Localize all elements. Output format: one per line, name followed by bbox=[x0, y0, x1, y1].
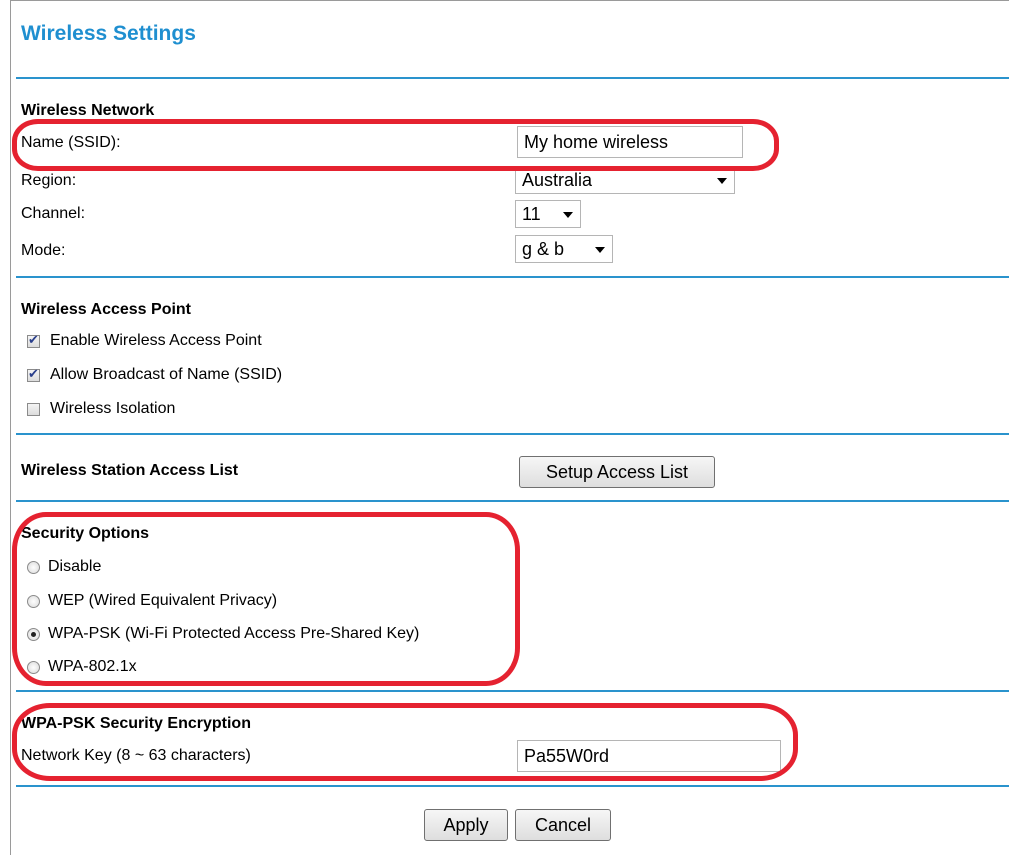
chevron-down-icon bbox=[563, 212, 573, 218]
encryption-highlight bbox=[12, 703, 798, 781]
chevron-down-icon bbox=[595, 247, 605, 253]
divider bbox=[16, 785, 1009, 787]
setup-access-list-button[interactable]: Setup Access List bbox=[519, 456, 715, 488]
broadcast-ssid-option[interactable]: Allow Broadcast of Name (SSID) bbox=[27, 366, 282, 384]
wireless-settings-page: Wireless Settings Wireless Network Name … bbox=[0, 0, 1009, 855]
page-title: Wireless Settings bbox=[21, 22, 196, 45]
enable-access-point-label: Enable Wireless Access Point bbox=[50, 332, 262, 349]
top-border bbox=[10, 0, 1009, 1]
broadcast-ssid-checkbox[interactable] bbox=[27, 366, 40, 382]
left-border bbox=[10, 0, 11, 855]
broadcast-ssid-label: Allow Broadcast of Name (SSID) bbox=[50, 366, 283, 383]
channel-label: Channel: bbox=[21, 205, 86, 222]
wireless-isolation-label: Wireless Isolation bbox=[50, 400, 176, 417]
enable-access-point-checkbox[interactable] bbox=[27, 332, 40, 348]
apply-button[interactable]: Apply bbox=[424, 809, 508, 841]
cancel-button[interactable]: Cancel bbox=[515, 809, 611, 841]
enable-access-point-option[interactable]: Enable Wireless Access Point bbox=[27, 332, 262, 350]
channel-select[interactable]: 11 bbox=[515, 200, 581, 228]
region-label: Region: bbox=[21, 172, 77, 189]
wireless-isolation-option[interactable]: Wireless Isolation bbox=[27, 400, 175, 418]
region-select-value: Australia bbox=[522, 170, 593, 190]
ssid-highlight bbox=[12, 119, 779, 171]
wireless-network-heading: Wireless Network bbox=[21, 102, 155, 119]
wireless-isolation-checkbox[interactable] bbox=[27, 402, 40, 416]
divider bbox=[16, 77, 1009, 79]
channel-select-value: 11 bbox=[522, 204, 541, 224]
mode-label: Mode: bbox=[21, 242, 66, 259]
divider bbox=[16, 690, 1009, 692]
divider bbox=[16, 433, 1009, 435]
access-point-heading: Wireless Access Point bbox=[21, 301, 192, 318]
divider bbox=[16, 500, 1009, 502]
station-access-heading: Wireless Station Access List bbox=[21, 462, 239, 479]
chevron-down-icon bbox=[717, 178, 727, 184]
security-options-highlight bbox=[12, 512, 520, 686]
divider bbox=[16, 276, 1009, 278]
mode-select-value: g & b bbox=[522, 239, 565, 259]
mode-select[interactable]: g & b bbox=[515, 235, 613, 263]
